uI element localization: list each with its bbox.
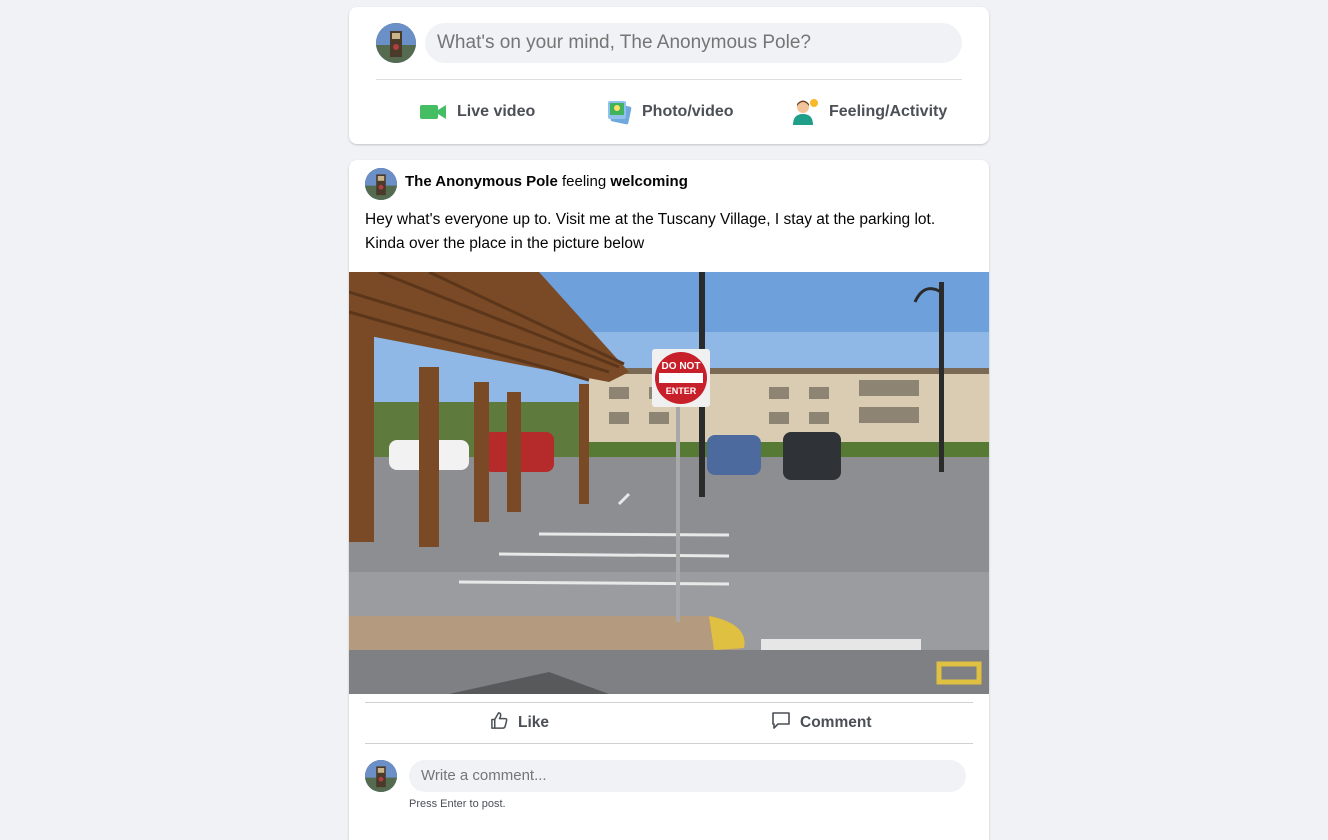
user-avatar[interactable]: [376, 23, 416, 63]
thumbs-up-icon: [490, 711, 509, 735]
comment-input[interactable]: [409, 760, 966, 792]
feeling-activity-label: Feeling/Activity: [829, 103, 948, 120]
divider: [365, 743, 973, 744]
live-video-button[interactable]: Live video: [419, 93, 535, 131]
feeling-person-icon: [791, 98, 819, 126]
comment-hint: Press Enter to post.: [409, 798, 506, 810]
feeling-activity-button[interactable]: Feeling/Activity: [791, 93, 947, 131]
sign-text-bottom: ENTER: [666, 386, 697, 396]
live-video-label: Live video: [457, 103, 536, 120]
comment-bubble-icon: [771, 711, 791, 735]
divider: [376, 79, 962, 80]
author-name[interactable]: The Anonymous Pole: [405, 173, 558, 190]
feeling-value: welcoming: [610, 173, 688, 190]
photo-icon: [606, 99, 632, 125]
sign-text-top: DO NOT: [662, 361, 701, 372]
author-avatar[interactable]: [365, 168, 397, 200]
like-button[interactable]: Like: [490, 709, 549, 737]
status-input[interactable]: [425, 23, 962, 63]
like-label: Like: [518, 714, 550, 731]
post-text: Hey what's everyone up to. Visit me at t…: [365, 211, 936, 252]
photo-video-button[interactable]: Photo/video: [606, 93, 734, 131]
post-card: The Anonymous Pole feeling welcoming Hey…: [349, 160, 989, 840]
commenter-avatar[interactable]: [365, 760, 397, 792]
post-composer: Live video Photo/video Feeling/Activity: [349, 7, 989, 144]
photo-video-label: Photo/video: [642, 103, 734, 120]
post-header: The Anonymous Pole feeling welcoming: [405, 172, 688, 192]
divider: [365, 702, 973, 703]
comment-label: Comment: [800, 714, 872, 731]
feeling-prefix: feeling: [561, 173, 607, 190]
comment-button[interactable]: Comment: [771, 709, 871, 737]
post-photo[interactable]: DO NOT ENTER: [349, 272, 989, 694]
video-camera-icon: [419, 102, 447, 122]
